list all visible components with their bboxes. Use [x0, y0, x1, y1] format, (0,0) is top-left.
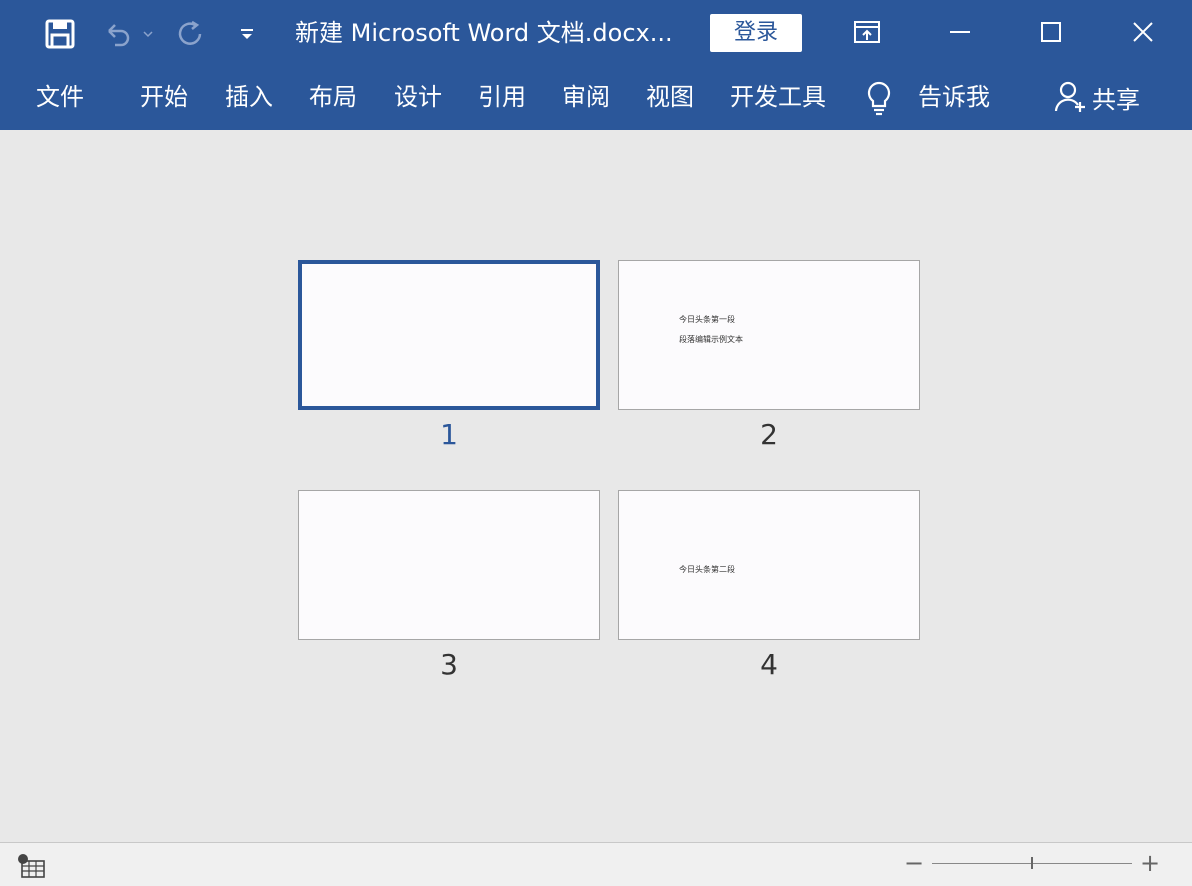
- tab-review[interactable]: 审阅: [562, 80, 610, 114]
- login-button[interactable]: 登录: [710, 14, 802, 52]
- document-title: 新建 Microsoft Word 文档.docx...: [295, 19, 673, 47]
- tab-design[interactable]: 设计: [394, 80, 442, 114]
- zoom-out-button[interactable]: −: [902, 851, 926, 875]
- tab-view[interactable]: 视图: [646, 80, 694, 114]
- zoom-in-button[interactable]: +: [1138, 851, 1162, 875]
- page-thumbnail-3[interactable]: [298, 490, 600, 640]
- page-thumbnail-2[interactable]: 今日头条第一段 段落编辑示例文本: [618, 260, 920, 410]
- share-button[interactable]: 共享: [1054, 78, 1140, 116]
- tab-insert[interactable]: 插入: [225, 80, 273, 114]
- page-number-3: 3: [440, 648, 458, 681]
- page-thumbnail-1[interactable]: [298, 260, 600, 410]
- customize-qat-icon[interactable]: [232, 14, 262, 54]
- macro-recording-icon[interactable]: [16, 851, 46, 879]
- save-icon[interactable]: [40, 14, 80, 54]
- tell-me-search[interactable]: 告诉我: [918, 80, 990, 114]
- status-bar: − +: [0, 842, 1192, 886]
- redo-icon[interactable]: [170, 14, 210, 54]
- page-number-2: 2: [760, 418, 778, 451]
- tab-home[interactable]: 开始: [140, 80, 188, 114]
- tab-developer[interactable]: 开发工具: [730, 80, 826, 114]
- share-person-icon: [1054, 81, 1085, 112]
- page-4-line-1: 今日头条第二段: [679, 565, 735, 574]
- page-2-line-1: 今日头条第一段: [679, 315, 735, 324]
- tab-layout[interactable]: 布局: [309, 80, 357, 114]
- zoom-slider-thumb[interactable]: [1031, 857, 1033, 869]
- document-canvas[interactable]: 1 今日头条第一段 段落编辑示例文本 2 3 今日头条第二段 4: [0, 130, 1192, 842]
- ribbon-display-options-icon[interactable]: [842, 12, 892, 52]
- close-icon[interactable]: [1118, 12, 1168, 52]
- page-number-1: 1: [440, 418, 458, 451]
- page-thumbnail-4[interactable]: 今日头条第二段: [618, 490, 920, 640]
- title-bar: 新建 Microsoft Word 文档.docx... 登录: [0, 0, 1192, 64]
- page-number-4: 4: [760, 648, 778, 681]
- page-2-line-2: 段落编辑示例文本: [679, 335, 743, 344]
- minimize-icon[interactable]: [935, 12, 985, 52]
- tab-references[interactable]: 引用: [478, 80, 526, 114]
- share-label: 共享: [1092, 85, 1140, 114]
- undo-dropdown-icon[interactable]: [138, 14, 158, 54]
- ribbon-tab-bar: 文件 开始 插入 布局 设计 引用 审阅 视图 开发工具 告诉我 共享: [0, 64, 1192, 130]
- lightbulb-icon[interactable]: [863, 80, 895, 116]
- maximize-icon[interactable]: [1026, 12, 1076, 52]
- tab-file[interactable]: 文件: [36, 80, 84, 114]
- undo-icon[interactable]: [98, 14, 138, 54]
